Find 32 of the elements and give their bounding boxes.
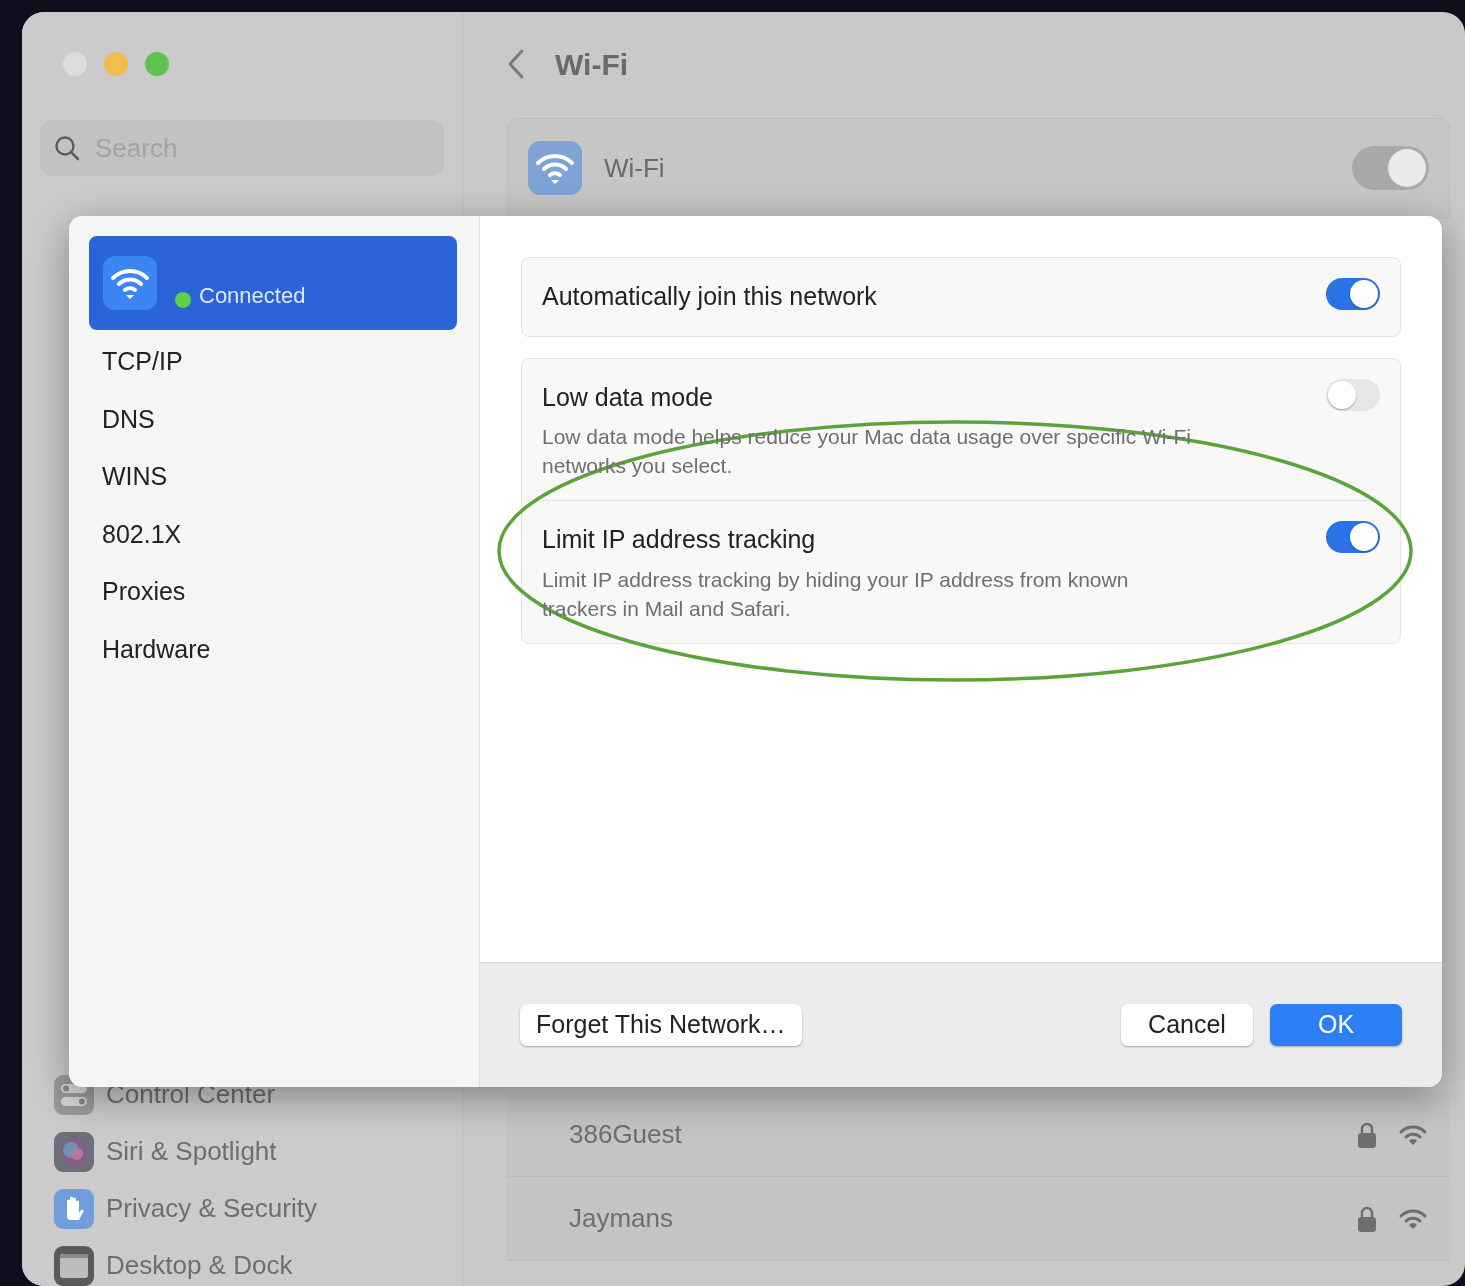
ok-button[interactable]: OK: [1270, 1004, 1402, 1046]
wifi-toggle[interactable]: [1352, 146, 1429, 190]
option-title: Limit IP address tracking: [542, 524, 817, 555]
settings-tab[interactable]: DNS: [89, 390, 457, 448]
search-icon: [54, 135, 80, 161]
network-item[interactable]: Connected: [89, 236, 457, 330]
option-title: Low data mode: [542, 381, 714, 413]
settings-tab[interactable]: Hardware: [89, 620, 457, 678]
settings-tab[interactable]: TCP/IP: [89, 333, 457, 391]
toggle-switch[interactable]: [1326, 278, 1380, 310]
wifi-icon: [103, 256, 157, 310]
forget-network-button[interactable]: Forget This Network…: [520, 1004, 802, 1046]
wifi-signal-icon: [1398, 1207, 1428, 1230]
network-name: Jaymans: [569, 1202, 675, 1235]
toggle-switch[interactable]: [1326, 521, 1380, 553]
wifi-label: Wi-Fi: [604, 151, 666, 185]
settings-tab[interactable]: WINS: [89, 448, 457, 506]
back-chevron-icon[interactable]: [507, 49, 525, 79]
connection-status: Connected: [199, 282, 306, 310]
zoom-button[interactable]: [145, 52, 169, 76]
siri-icon: [54, 1131, 94, 1172]
minimize-button[interactable]: [104, 52, 128, 76]
toggle-switch[interactable]: [1326, 378, 1380, 411]
hand-icon: [54, 1188, 94, 1229]
option-title: Automatically join this network: [542, 281, 878, 312]
wifi-icon: [528, 141, 582, 195]
wifi-signal-icon: [1398, 1123, 1428, 1146]
network-name: 386Guest: [569, 1118, 683, 1151]
page-title: Wi-Fi: [555, 46, 629, 83]
settings-tab[interactable]: Proxies: [89, 563, 457, 621]
cancel-button[interactable]: Cancel: [1121, 1004, 1253, 1046]
settings-tab[interactable]: 802.1X: [89, 505, 457, 563]
